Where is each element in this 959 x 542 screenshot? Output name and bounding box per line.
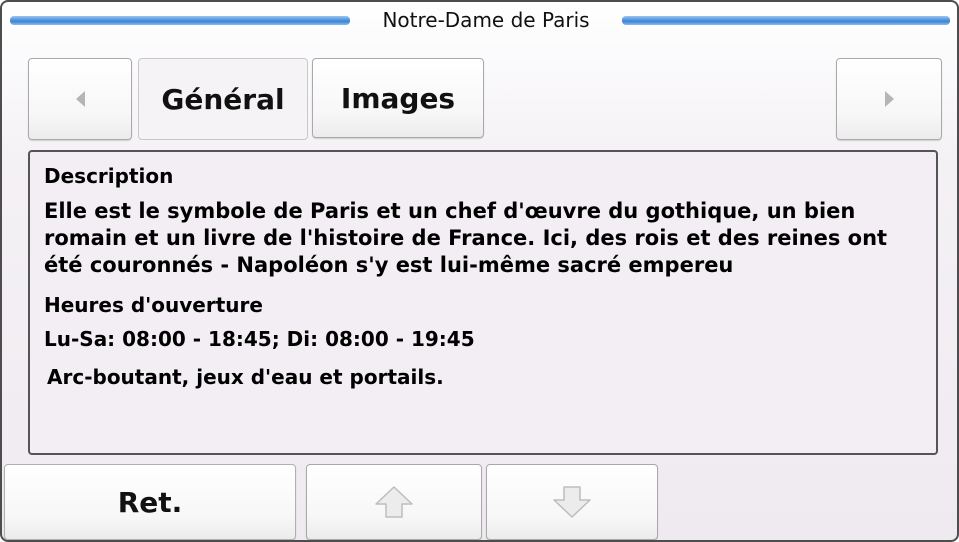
description-text: Elle est le symbole de Paris et un chef … [44,199,888,277]
next-tab-button[interactable] [836,58,942,140]
arrow-up-icon [375,486,413,518]
arrow-left-icon [75,91,85,107]
tab-images[interactable]: Images [312,58,484,138]
description-heading: Description [44,164,174,188]
window-title: Notre-Dame de Paris [382,8,590,32]
details-panel[interactable]: Description Elle est le symbole de Paris… [28,150,938,455]
hours-text: Lu-Sa: 08:00 - 18:45; Di: 08:00 - 19:45 [44,327,475,351]
title-decoration-left [10,16,350,25]
arrow-right-icon [884,91,894,107]
features-text: Arc-boutant, jeux d'eau et portails. [47,365,444,389]
arrow-down-icon [553,486,591,518]
back-button-label: Ret. [117,485,183,519]
title-bar: Notre-Dame de Paris [2,2,957,42]
tab-images-label: Images [340,81,456,115]
poi-details-window: Notre-Dame de Paris Général Images Descr… [0,0,959,542]
scroll-down-button[interactable] [486,464,658,540]
back-button[interactable]: Ret. [4,464,296,540]
hours-heading: Heures d'ouverture [44,293,263,317]
tab-general[interactable]: Général [138,58,308,140]
previous-tab-button[interactable] [28,58,132,140]
tab-general-label: Général [161,82,285,116]
scroll-up-button[interactable] [306,464,482,540]
title-decoration-right [622,16,950,25]
